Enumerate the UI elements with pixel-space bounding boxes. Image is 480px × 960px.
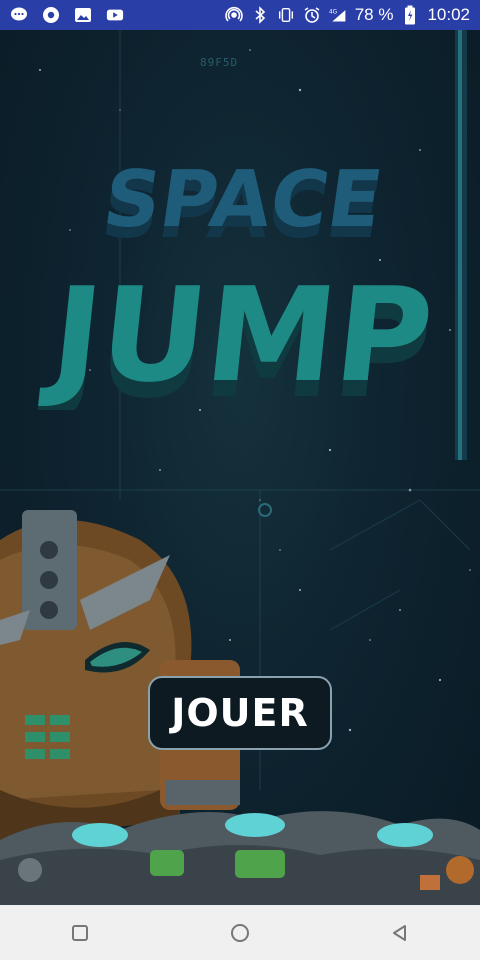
home-button[interactable] — [210, 913, 270, 953]
clock: 10:02 — [427, 5, 470, 24]
back-triangle-icon — [393, 924, 406, 941]
machinery-foreground — [0, 811, 480, 905]
battery-percentage: 78 % — [354, 5, 394, 24]
bluetooth-icon — [251, 6, 269, 24]
square-icon — [72, 924, 88, 941]
status-bar: 4G 78 % 10:02 — [0, 0, 480, 30]
vibrate-icon — [277, 6, 295, 24]
youtube-icon — [106, 6, 124, 24]
signal-icon: 4G — [329, 6, 347, 24]
navigation-bar — [0, 905, 480, 960]
chrome-icon — [42, 6, 60, 24]
notification-icons — [10, 6, 124, 24]
game-title: SPACE SPACE JUMP JUMP — [0, 140, 480, 440]
svg-text:4G: 4G — [329, 9, 337, 15]
svg-text:JUMP: JUMP — [37, 260, 439, 410]
play-button[interactable]: JOUER — [148, 676, 332, 750]
gallery-icon — [74, 6, 92, 24]
message-icon — [10, 6, 28, 24]
alarm-icon — [303, 6, 321, 24]
game-screen: 89F5D SPACE SPACE JUMP JUMP JOUER — [0, 30, 480, 905]
recent-apps-button[interactable] — [50, 913, 110, 953]
battery-icon — [401, 5, 419, 25]
title-jump: JUMP JUMP — [35, 260, 439, 410]
title-space: SPACE SPACE — [97, 154, 388, 250]
hotspot-icon — [224, 6, 243, 24]
hud-code-label: 89F5D — [200, 56, 239, 69]
svg-text:SPACE: SPACE — [98, 154, 388, 245]
circle-icon — [231, 923, 249, 942]
system-icons: 4G 78 % 10:02 — [224, 5, 470, 25]
back-button[interactable] — [370, 913, 430, 953]
